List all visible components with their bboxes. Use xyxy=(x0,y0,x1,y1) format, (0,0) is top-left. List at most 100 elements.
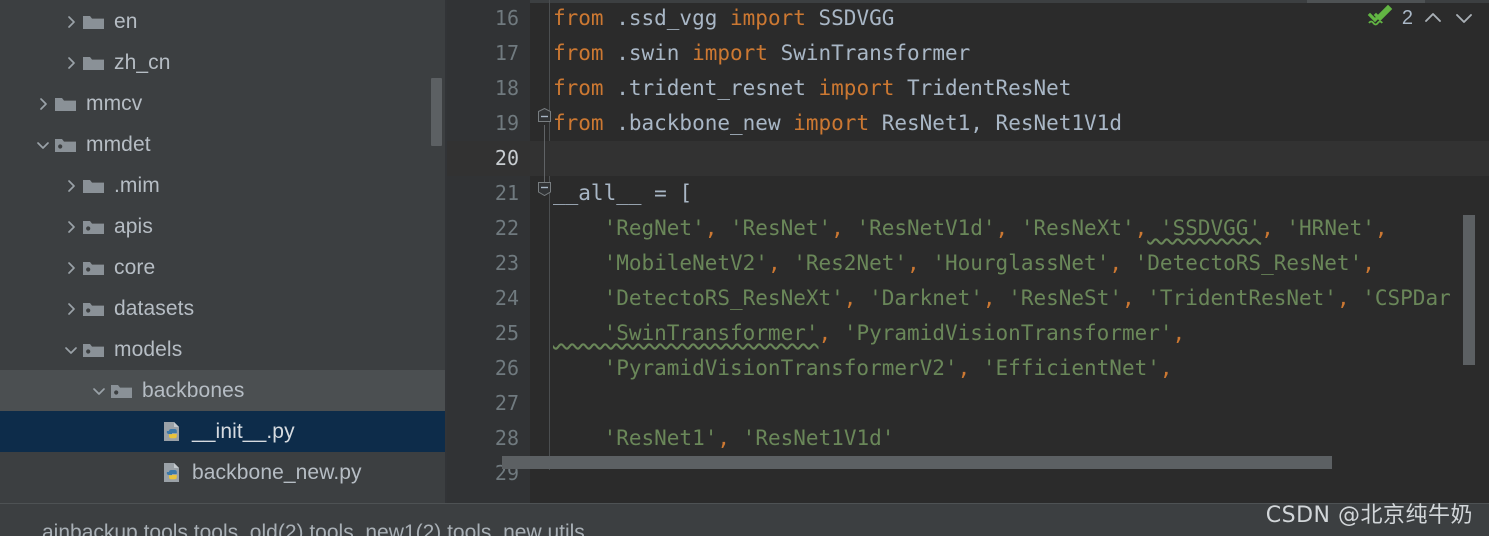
line-number: 17 xyxy=(494,41,519,65)
code-line-16[interactable]: 16 from .ssd_vgg import SSDVGG xyxy=(447,1,1489,36)
python-file-icon xyxy=(162,462,184,484)
line-number: 27 xyxy=(494,391,519,415)
editor-horizontal-scrollbar[interactable] xyxy=(502,456,1332,469)
chevron-down-icon[interactable] xyxy=(32,134,54,156)
line-number: 21 xyxy=(494,181,519,205)
code-text: 'ResNet1', 'ResNet1V1d' xyxy=(553,426,895,450)
inspection-widget[interactable]: 2 xyxy=(1367,4,1475,32)
code-line-28[interactable]: 28 'ResNet1', 'ResNet1V1d' xyxy=(447,421,1489,456)
code-line-27[interactable]: 27 xyxy=(447,386,1489,421)
code-line-20[interactable]: 20 xyxy=(447,141,1489,176)
folder-icon xyxy=(54,94,78,114)
tree-row-label: backbones xyxy=(142,378,245,402)
chevron-right-icon[interactable] xyxy=(60,11,82,33)
code-editor[interactable]: 16 from .ssd_vgg import SSDVGG 17 from .swi… xyxy=(447,0,1489,503)
line-number: 22 xyxy=(494,216,519,240)
csdn-watermark: CSDN @北京纯牛奶 xyxy=(1265,503,1473,528)
line-number: 26 xyxy=(494,356,519,380)
line-number: 18 xyxy=(494,76,519,100)
code-text: 'DetectoRS_ResNeXt', 'Darknet', 'ResNeSt… xyxy=(553,286,1451,310)
project-tree-scrollbar[interactable] xyxy=(431,78,442,146)
chevron-down-icon[interactable] xyxy=(60,339,82,361)
ide-window: en zh_cnmmcv mmdet .mim apis core datasets mode… xyxy=(0,0,1489,536)
tree-row-label: .mim xyxy=(114,173,160,197)
chevron-up-icon[interactable] xyxy=(1422,7,1444,29)
code-text: from .backbone_new import ResNet1, ResNe… xyxy=(553,111,1122,135)
folder-icon xyxy=(82,53,106,73)
tree-twisty-placeholder xyxy=(140,421,162,443)
code-line-21[interactable]: 21 __all__ = [ xyxy=(447,176,1489,211)
tree-row-mmcv[interactable]: mmcv xyxy=(0,83,445,124)
source-folder-icon xyxy=(110,381,134,401)
code-line-23[interactable]: 23 'MobileNetV2', 'Res2Net', 'HourglassN… xyxy=(447,246,1489,281)
tree-row-zh_cn[interactable]: zh_cn xyxy=(0,42,445,83)
code-text: 'MobileNetV2', 'Res2Net', 'HourglassNet'… xyxy=(553,251,1375,275)
project-tree-panel[interactable]: en zh_cnmmcv mmdet .mim apis core datasets mode… xyxy=(0,0,445,503)
tree-row-backbones[interactable]: backbones xyxy=(0,370,445,411)
tree-row-__init__-py[interactable]: __init__.py xyxy=(0,411,445,452)
line-number: 19 xyxy=(494,111,519,135)
chevron-right-icon[interactable] xyxy=(32,93,54,115)
code-text: from .trident_resnet import TridentResNe… xyxy=(553,76,1072,100)
code-text: __all__ = [ xyxy=(553,181,693,205)
chevron-down-icon[interactable] xyxy=(1453,7,1475,29)
tree-row-label: mmdet xyxy=(86,132,151,156)
tree-twisty-placeholder xyxy=(140,462,162,484)
folder-icon xyxy=(82,12,106,32)
code-line-26[interactable]: 26 'PyramidVisionTransformerV2', 'Effici… xyxy=(447,351,1489,386)
code-line-18[interactable]: 18 from .trident_resnet import TridentRes… xyxy=(447,71,1489,106)
editor-vertical-scrollbar[interactable] xyxy=(1463,215,1475,365)
inspection-ok-icon xyxy=(1367,4,1393,33)
source-folder-icon xyxy=(82,258,106,278)
tree-row-label: en xyxy=(114,9,138,33)
tree-row-backbone_new-py[interactable]: backbone_new.py xyxy=(0,452,445,493)
code-line-22[interactable]: 22 'RegNet', 'ResNet', 'ResNetV1d', 'Res… xyxy=(447,211,1489,246)
tree-row-apis[interactable]: apis xyxy=(0,206,445,247)
line-number: 16 xyxy=(494,6,519,30)
tree-row-label: __init__.py xyxy=(192,419,295,443)
chevron-right-icon[interactable] xyxy=(60,175,82,197)
code-text: from .ssd_vgg import SSDVGG xyxy=(553,6,895,30)
line-number: 20 xyxy=(494,146,519,170)
tree-row-label: datasets xyxy=(114,296,195,320)
tree-row-label: apis xyxy=(114,214,153,238)
chevron-right-icon[interactable] xyxy=(60,257,82,279)
tree-row-mmdet[interactable]: mmdet xyxy=(0,124,445,165)
code-text: 'RegNet', 'ResNet', 'ResNetV1d', 'ResNeX… xyxy=(553,216,1388,240)
tree-row-models[interactable]: models xyxy=(0,329,445,370)
tree-row-label: core xyxy=(114,255,156,279)
tree-row-datasets[interactable]: datasets xyxy=(0,288,445,329)
chevron-right-icon[interactable] xyxy=(60,52,82,74)
chevron-right-icon[interactable] xyxy=(60,216,82,238)
code-line-24[interactable]: 24 'DetectoRS_ResNeXt', 'Darknet', 'ResN… xyxy=(447,281,1489,316)
tree-row-en[interactable]: en xyxy=(0,1,445,42)
fold-marker-collapse-19[interactable] xyxy=(537,107,552,123)
code-text: from .swin import SwinTransformer xyxy=(553,41,971,65)
bottom-strip-label: ainbackup tools tools_old(2) tools_new1(… xyxy=(42,521,585,536)
code-line-19[interactable]: 19 from .backbone_new import ResNet1, Res… xyxy=(447,106,1489,141)
source-folder-icon xyxy=(82,299,106,319)
tree-row-csp_darknet-py[interactable]: csp_darknet.py xyxy=(0,493,445,504)
code-text: 'PyramidVisionTransformerV2', 'Efficient… xyxy=(553,356,1173,380)
code-line-17[interactable]: 17 from .swin import SwinTransformer xyxy=(447,36,1489,71)
code-line-25[interactable]: 25 'SwinTransformer', 'PyramidVisionTran… xyxy=(447,316,1489,351)
tree-row-label: zh_cn xyxy=(114,50,171,74)
code-text: 'SwinTransformer', 'PyramidVisionTransfo… xyxy=(553,321,1186,345)
fold-marker-collapse-21[interactable] xyxy=(537,181,552,197)
python-file-icon xyxy=(162,421,184,443)
chevron-down-icon[interactable] xyxy=(88,380,110,402)
line-number: 23 xyxy=(494,251,519,275)
chevron-right-icon[interactable] xyxy=(60,298,82,320)
tree-row--mim[interactable]: .mim xyxy=(0,165,445,206)
line-number: 24 xyxy=(494,286,519,310)
tree-row-core[interactable]: core xyxy=(0,247,445,288)
line-number: 28 xyxy=(494,426,519,450)
